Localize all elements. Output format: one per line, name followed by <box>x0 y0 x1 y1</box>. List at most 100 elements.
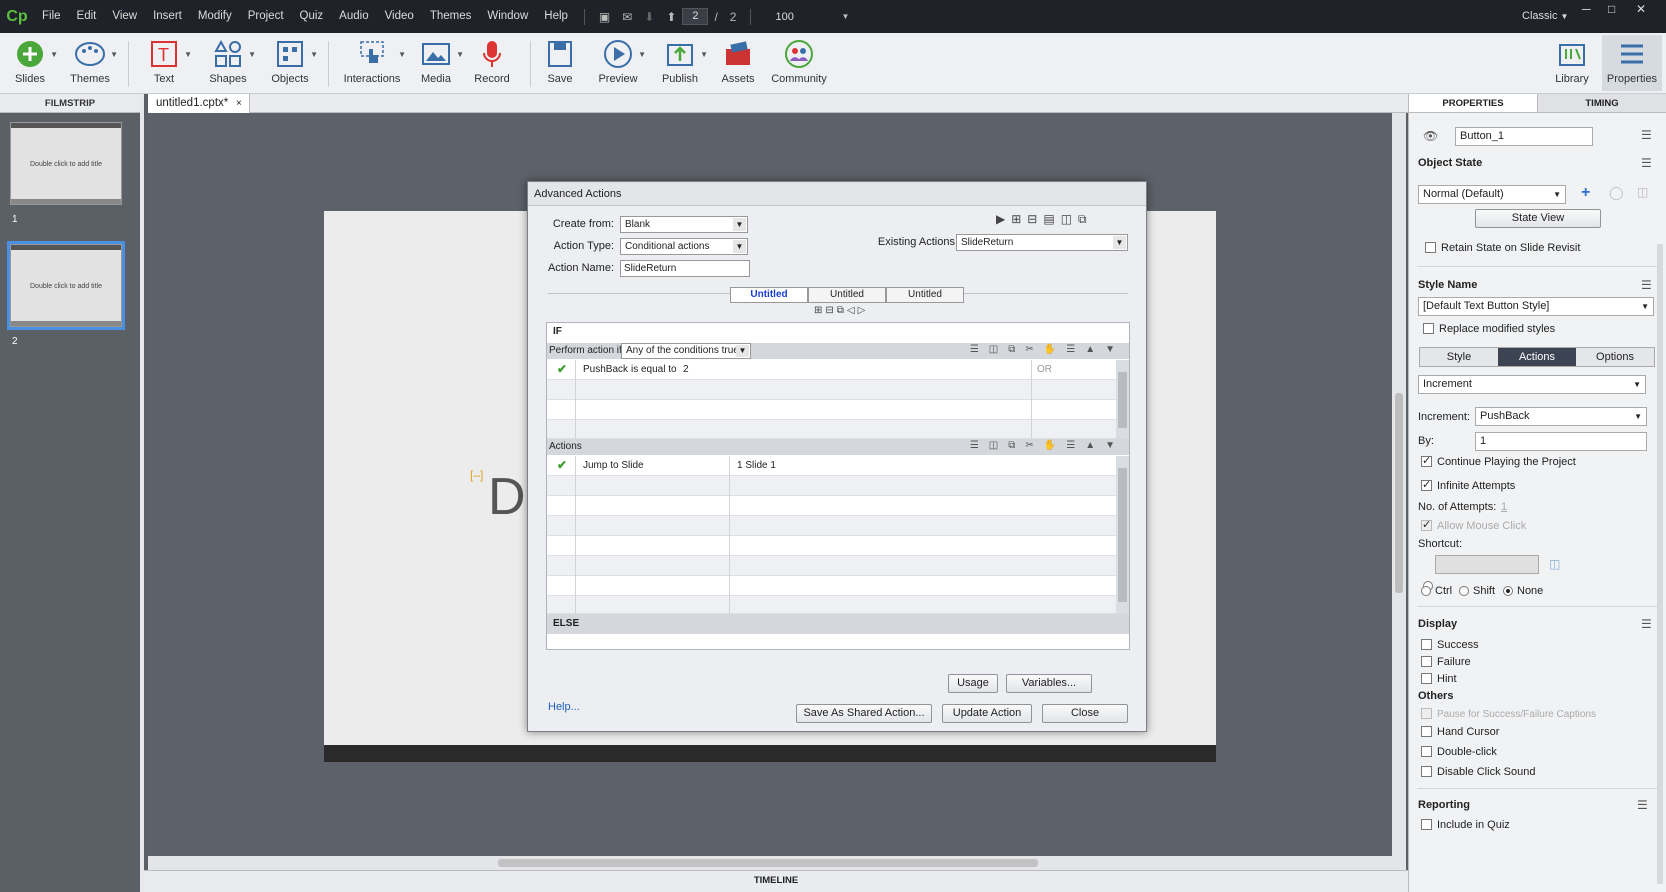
object-name-field[interactable]: Button_1 <box>1455 127 1593 146</box>
scrollbar-thumb[interactable] <box>498 859 1038 867</box>
eye-icon[interactable]: 👁 <box>1423 129 1438 143</box>
decision-tab-1[interactable]: Untitled <box>730 287 808 303</box>
slide-title-text[interactable]: D <box>488 467 526 527</box>
checkbox[interactable] <box>1421 656 1432 667</box>
add-tab-icon[interactable]: ⊞ <box>814 305 825 316</box>
publish-button[interactable]: ▼ Publish <box>650 35 710 85</box>
replace-styles-checkbox[interactable]: Replace modified styles <box>1423 323 1555 335</box>
checkbox[interactable] <box>1421 478 1432 491</box>
menu-project[interactable]: Project <box>240 0 292 33</box>
maximize-icon[interactable]: □ <box>1608 0 1615 18</box>
hand-cursor-checkbox[interactable]: Hand Cursor <box>1421 726 1499 738</box>
shapes-button[interactable]: ▼ Shapes <box>198 35 258 85</box>
panel-menu-icon[interactable]: ☰ <box>1641 278 1652 292</box>
add-state-icon[interactable]: + <box>1581 184 1590 202</box>
stage-horizontal-scrollbar[interactable] <box>148 856 1406 870</box>
save-shared-action-button[interactable]: Save As Shared Action... <box>796 704 932 723</box>
state-view-button[interactable]: State View <box>1475 209 1601 228</box>
decision-tab-2[interactable]: Untitled <box>808 287 886 303</box>
properties-button[interactable]: Properties <box>1602 35 1662 91</box>
workspace-selector[interactable]: Classic ▼ <box>1522 0 1568 33</box>
delete-icon[interactable]: ◫ <box>1061 212 1078 226</box>
segment-style[interactable]: Style <box>1420 348 1498 366</box>
else-header[interactable]: ELSE <box>547 614 1129 634</box>
action-select[interactable]: Increment ▼ <box>1418 375 1646 394</box>
text-button[interactable]: T ▼ Text <box>134 35 194 85</box>
copy-tab-icon[interactable]: ⧉ <box>837 305 847 316</box>
variables-button[interactable]: Variables... <box>1006 674 1092 693</box>
condition-value[interactable]: 2 <box>683 364 689 375</box>
menu-insert[interactable]: Insert <box>145 0 190 33</box>
zoom-dropdown-icon[interactable]: ▼ <box>841 12 849 21</box>
close-window-icon[interactable]: ✕ <box>1636 0 1646 18</box>
usage-button[interactable]: Usage <box>948 674 998 693</box>
create-from-select[interactable]: Blank ▼ <box>620 216 748 233</box>
menu-modify[interactable]: Modify <box>190 0 240 33</box>
failure-checkbox[interactable]: Failure <box>1421 656 1471 668</box>
record-button[interactable]: Record <box>462 35 522 85</box>
menu-video[interactable]: Video <box>377 0 422 33</box>
scrollbar-thumb[interactable] <box>1118 372 1127 428</box>
mail-icon[interactable]: ✉ <box>622 10 632 24</box>
preview-button[interactable]: ▼ Preview <box>588 35 648 85</box>
retain-state-checkbox[interactable]: Retain State on Slide Revisit <box>1425 242 1580 254</box>
tab-timing[interactable]: TIMING <box>1537 94 1666 112</box>
checkbox[interactable] <box>1421 766 1432 777</box>
next-tab-icon[interactable]: ▷ <box>858 305 869 316</box>
by-field[interactable]: 1 <box>1475 432 1647 451</box>
scrollbar-thumb[interactable] <box>1118 468 1127 602</box>
decision-tab-3[interactable]: Untitled <box>886 287 964 303</box>
include-quiz-checkbox[interactable]: Include in Quiz <box>1421 819 1510 831</box>
panel-menu-icon[interactable]: ☰ <box>1637 798 1648 812</box>
ctrl-radio[interactable]: Ctrl <box>1421 585 1452 597</box>
clear-shortcut-icon[interactable]: ◫ <box>1549 557 1560 571</box>
help-link[interactable]: Help... <box>548 701 580 713</box>
stage-vertical-scrollbar[interactable] <box>1392 113 1406 856</box>
shortcut-field[interactable] <box>1435 555 1539 574</box>
condition-join[interactable]: OR <box>1037 364 1052 375</box>
arrow-up-icon[interactable]: ⬆ <box>666 10 676 24</box>
interactions-button[interactable]: ▼ Interactions <box>336 35 408 85</box>
minimize-icon[interactable]: ─ <box>1582 0 1591 18</box>
zoom-level[interactable]: 100 <box>775 11 835 23</box>
hint-checkbox[interactable]: Hint <box>1421 673 1457 685</box>
scrollbar-thumb[interactable] <box>1395 393 1403 593</box>
menu-audio[interactable]: Audio <box>331 0 376 33</box>
assets-button[interactable]: Assets <box>708 35 768 85</box>
conditions-scrollbar[interactable] <box>1116 360 1129 439</box>
double-click-checkbox[interactable]: Double-click <box>1421 746 1497 758</box>
menu-edit[interactable]: Edit <box>69 0 105 33</box>
media-button[interactable]: ▼ Media <box>406 35 466 85</box>
object-state-select[interactable]: Normal (Default) ▼ <box>1418 185 1566 204</box>
checkbox[interactable] <box>1425 242 1436 253</box>
menu-quiz[interactable]: Quiz <box>292 0 332 33</box>
action-command[interactable]: Jump to Slide <box>583 460 644 471</box>
slide-thumbnail-1[interactable]: Double click to add title <box>10 122 122 205</box>
slides-button[interactable]: ▼ Slides <box>0 35 60 85</box>
menu-window[interactable]: Window <box>479 0 536 33</box>
menu-help[interactable]: Help <box>536 0 576 33</box>
timeline-header[interactable]: TIMELINE <box>144 870 1408 892</box>
perform-select[interactable]: Any of the conditions true ▼ <box>621 343 751 359</box>
prev-tab-icon[interactable]: ◁ <box>847 305 858 316</box>
tab-properties[interactable]: PROPERTIES <box>1409 94 1537 112</box>
close-tab-icon[interactable]: × <box>236 94 242 113</box>
success-checkbox[interactable]: Success <box>1421 639 1479 651</box>
existing-actions-select[interactable]: SlideReturn ▼ <box>956 234 1128 251</box>
update-action-button[interactable]: Update Action <box>942 704 1032 723</box>
checkbox[interactable] <box>1421 639 1432 650</box>
radio[interactable] <box>1421 586 1431 596</box>
action-target[interactable]: 1 Slide 1 <box>737 460 776 471</box>
action-row-empty[interactable] <box>547 496 1117 516</box>
condition-variable[interactable]: PushBack <box>583 364 628 375</box>
selection-marker-icon[interactable]: [–] <box>470 468 483 482</box>
save-button[interactable]: Save <box>530 35 590 85</box>
duplicate-icon[interactable]: ⧉ <box>1078 212 1093 226</box>
community-button[interactable]: Community <box>766 35 832 85</box>
library-button[interactable]: Library <box>1542 35 1602 85</box>
action-row-empty[interactable] <box>547 476 1117 496</box>
new-action-icon[interactable]: ⊞ <box>1011 212 1027 226</box>
menu-themes[interactable]: Themes <box>422 0 480 33</box>
checkbox[interactable] <box>1421 726 1432 737</box>
checkbox[interactable] <box>1423 323 1434 334</box>
